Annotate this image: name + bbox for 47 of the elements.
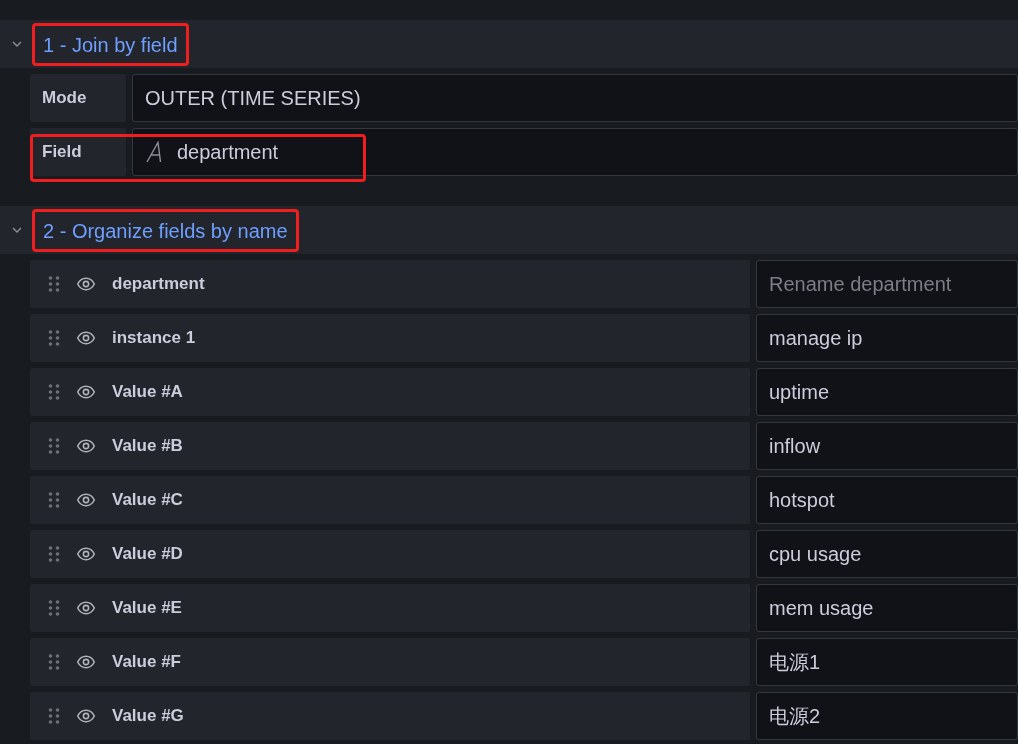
rename-field[interactable]: 电源2 bbox=[756, 692, 1018, 740]
eye-icon[interactable] bbox=[76, 709, 96, 723]
chevron-icon[interactable] bbox=[12, 227, 22, 233]
drag-handle-icon[interactable] bbox=[48, 599, 60, 617]
rename-field[interactable]: uptime bbox=[756, 368, 1018, 416]
drag-handle-icon[interactable] bbox=[48, 329, 60, 347]
rename-field[interactable]: hotspot bbox=[756, 476, 1018, 524]
drag-handle-icon[interactable] bbox=[48, 707, 60, 725]
section-header[interactable]: 1 - Join by field bbox=[0, 20, 1018, 68]
drag-handle-icon[interactable] bbox=[48, 437, 60, 455]
select-value: OUTER (TIME SERIES) bbox=[145, 86, 361, 110]
section-title: 1 - Join by field bbox=[32, 22, 189, 66]
eye-icon[interactable] bbox=[76, 331, 96, 345]
option-label: Mode bbox=[30, 74, 126, 122]
select-field[interactable]: OUTER (TIME SERIES) bbox=[132, 74, 1018, 122]
field-name: Value #A bbox=[112, 382, 183, 402]
eye-icon[interactable] bbox=[76, 655, 96, 669]
rename-field[interactable]: inflow bbox=[756, 422, 1018, 470]
eye-icon[interactable] bbox=[76, 493, 96, 507]
rename-field[interactable]: manage ip bbox=[756, 314, 1018, 362]
field-name: Value #E bbox=[112, 598, 182, 618]
field-name: Value #G bbox=[112, 706, 184, 726]
select-value: department bbox=[177, 140, 279, 164]
rename-field[interactable]: cpu usage bbox=[756, 530, 1018, 578]
rename-field[interactable]: 电源1 bbox=[756, 638, 1018, 686]
drag-handle-icon[interactable] bbox=[48, 545, 60, 563]
section-header[interactable]: 2 - Organize fields by name bbox=[0, 206, 1018, 254]
field-name: Value #B bbox=[112, 436, 183, 456]
rename-field[interactable]: mem usage bbox=[756, 584, 1018, 632]
chevron-icon[interactable] bbox=[12, 41, 22, 47]
field-name: Value #C bbox=[112, 490, 183, 510]
eye-icon[interactable] bbox=[76, 439, 96, 453]
drag-handle-icon[interactable] bbox=[48, 653, 60, 671]
select-field[interactable]: department bbox=[132, 128, 1018, 176]
drag-handle-icon[interactable] bbox=[48, 491, 60, 509]
section-title: 2 - Organize fields by name bbox=[32, 208, 299, 252]
eye-icon[interactable] bbox=[76, 277, 96, 291]
field-name: instance 1 bbox=[112, 328, 196, 348]
eye-icon[interactable] bbox=[76, 385, 96, 399]
drag-handle-icon[interactable] bbox=[48, 383, 60, 401]
eye-icon[interactable] bbox=[76, 547, 96, 561]
field-name: Value #F bbox=[112, 652, 181, 672]
drag-handle-icon[interactable] bbox=[48, 275, 60, 293]
field-name: Value #D bbox=[112, 544, 183, 564]
rename-field[interactable]: Rename department bbox=[756, 260, 1018, 308]
field-name: department bbox=[112, 274, 205, 294]
eye-icon[interactable] bbox=[76, 601, 96, 615]
